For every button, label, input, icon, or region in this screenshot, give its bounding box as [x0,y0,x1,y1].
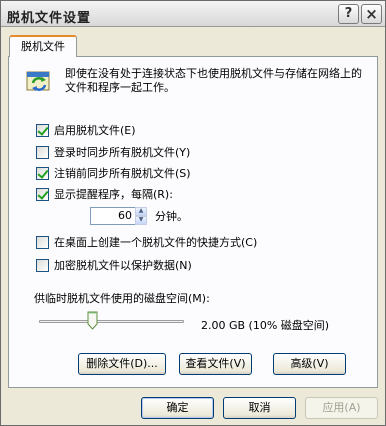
tab-panel [8,56,378,388]
apply-button[interactable]: 应用(A) [305,397,378,419]
ok-button[interactable]: 确定 [141,397,214,419]
show-reminders-checkbox[interactable]: 显示提醒程序，每隔(R): [36,187,173,201]
reminder-spinner[interactable]: ▲ ▼ [135,207,147,225]
disk-space-slider-thumb[interactable] [87,311,98,330]
encrypt-offline-files-checkbox[interactable]: 加密脱机文件以保护数据(N) [36,258,192,272]
checkbox-label: 显示提醒程序，每隔(R): [54,188,173,201]
close-icon: × [365,5,378,23]
checkbox-box[interactable] [36,235,49,249]
help-icon: ? [344,6,353,21]
desktop-shortcut-checkbox[interactable]: 在桌面上创建一个脱机文件的快捷方式(C) [36,235,257,249]
reminder-unit-label: 分钟。 [155,210,188,223]
help-button[interactable]: ? [338,4,359,24]
cancel-button[interactable]: 取消 [223,397,296,419]
checkbox-label: 注销前同步所有脱机文件(S) [54,167,191,180]
title-bar[interactable]: 脱机文件设置 ? × [1,1,385,27]
checkbox-label: 加密脱机文件以保护数据(N) [54,259,192,272]
offline-files-icon [26,71,50,91]
reminder-minutes-input[interactable]: 60 [90,207,136,225]
disk-space-value: 2.00 GB (10% 磁盘空间) [201,319,330,332]
checkbox-label: 在桌面上创建一个脱机文件的快捷方式(C) [54,236,258,249]
disk-space-slider-track[interactable] [39,320,184,323]
checkbox-box[interactable] [36,123,49,137]
info-text: 即使在没有处于连接状态下也使用脱机文件与存储在网络上的文件和程序一起工作。 [65,67,362,94]
checkbox-box[interactable] [36,187,49,201]
advanced-button[interactable]: 高级(V) [273,353,346,375]
checkbox-box[interactable] [36,258,49,272]
checkbox-box[interactable] [36,166,49,180]
close-button[interactable]: × [361,4,382,24]
window-title: 脱机文件设置 [7,11,92,26]
sync-on-logon-checkbox[interactable]: 登录时同步所有脱机文件(Y) [36,145,190,159]
sync-on-logoff-checkbox[interactable]: 注销前同步所有脱机文件(S) [36,166,191,180]
spin-down-icon[interactable]: ▼ [135,216,147,225]
view-files-button[interactable]: 查看文件(V) [179,353,252,375]
checkbox-label: 登录时同步所有脱机文件(Y) [54,146,191,159]
disk-space-label: 供临时脱机文件使用的磁盘空间(M): [34,292,210,305]
checkbox-label: 启用脱机文件(E) [54,124,136,137]
reminder-interval: 60 ▲ ▼ 分钟。 [90,207,188,225]
tab-label: 脱机文件 [21,40,65,53]
offline-files-settings-window: 脱机文件设置 ? × 脱机文件 即使在没有处于连接状态下也使用脱机文件与存储在网… [0,0,386,426]
tab-offline-files[interactable]: 脱机文件 [9,35,77,57]
delete-files-button[interactable]: 删除文件(D)... [78,353,166,375]
spin-up-icon[interactable]: ▲ [135,207,147,216]
enable-offline-files-checkbox[interactable]: 启用脱机文件(E) [36,123,136,137]
checkbox-box[interactable] [36,145,49,159]
